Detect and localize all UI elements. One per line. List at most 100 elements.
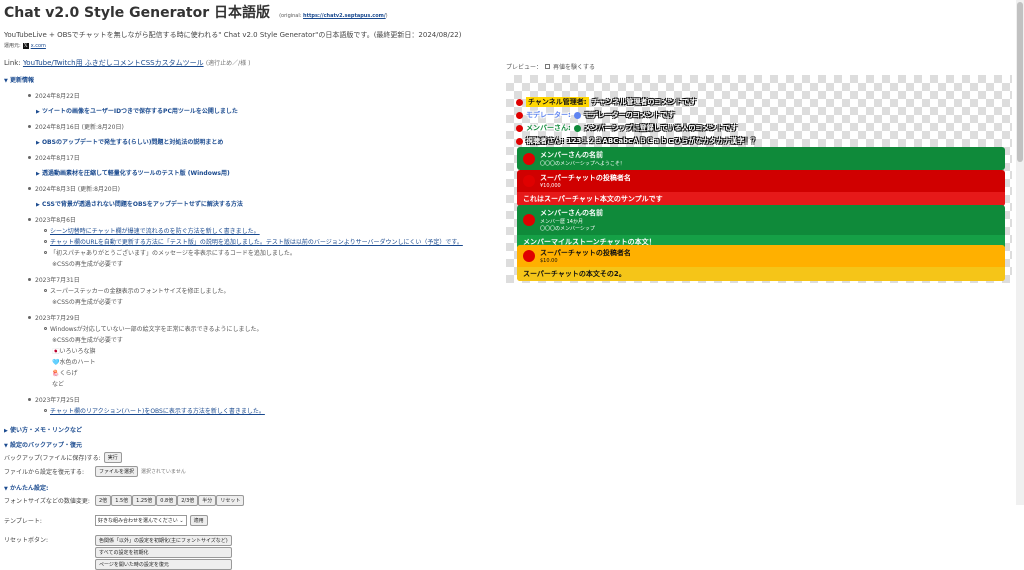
update-item-toggle[interactable]: ▶ 透過動画素材を圧縮して軽量化するツールのテスト版 (Windows用) — [36, 168, 504, 177]
template-select[interactable]: 好きな組み合わせを選んでください ⌄ — [95, 515, 187, 526]
superchat2-amount: $10.00 — [540, 258, 558, 264]
update-date: 2023年8月6日 — [28, 215, 504, 224]
member-card-sub: 〇〇〇のメンバーシップへようこそ！ — [540, 161, 625, 167]
owner-message: チャンネル管理者のコメントです — [591, 98, 697, 106]
list-item: チャット欄のURLを自動で更新する方法に「テスト版」の説明を追加しました。テスト… — [44, 237, 504, 246]
avatar-icon — [516, 137, 523, 145]
milestone-duration: メンバー歴 14か月 — [540, 219, 583, 225]
fontsize-2x-button[interactable]: 2倍 — [95, 495, 112, 506]
superchat2-name: スーパーチャットの投稿者名 — [540, 249, 631, 257]
left-column: Chat v2.0 Style Generator 日本語版 (original… — [4, 0, 504, 570]
fontsize-0-8x-button[interactable]: 0.8倍 — [156, 495, 178, 506]
backup-restore-row: ファイルから設定を復元する: ファイルを選択 選択されていません — [4, 466, 504, 477]
member-card: メンバーさんの名前〇〇〇のメンバーシップへようこそ！ — [517, 147, 1005, 170]
list-item: スーパーステッカーの金額表示のフォントサイズを修正しました。 — [44, 286, 504, 295]
avatar — [523, 214, 535, 226]
author-label: 運用元: — [4, 43, 21, 49]
backup-run-button[interactable]: 実行 — [103, 452, 122, 463]
fontsize-2-3x-button[interactable]: 2/3倍 — [177, 495, 199, 506]
triangle-right-icon: ▶ — [36, 140, 40, 146]
note: など — [52, 381, 65, 388]
note: 🇯🇵いろいろな旗 — [52, 348, 96, 355]
update-date: 2024年8月17日 — [28, 153, 504, 162]
reaction-link[interactable]: チャット欄のリアクション(ハート)をOBSに表示する方法を新しく書きました。 — [50, 406, 265, 415]
fontsize-1-5x-button[interactable]: 1.5倍 — [111, 495, 133, 506]
note: ※CSSの再生成が必要です — [52, 337, 123, 344]
update-item-toggle[interactable]: ▶ OBSのアップデートで発生する(らしい)問題と対処法の説明まとめ — [36, 137, 504, 146]
triangle-right-icon: ▶ — [36, 202, 40, 208]
milestone-name: メンバーさんの名前 — [540, 209, 603, 217]
updates-toggle[interactable]: ▼ 更新情報 — [4, 75, 504, 84]
file-select-button[interactable]: ファイルを選択 — [95, 466, 139, 477]
avatar — [523, 152, 535, 165]
superchat2-card-header: スーパーチャットの投稿者名 $10.00 — [517, 245, 1005, 267]
link-label: Link: — [4, 59, 21, 67]
update-date: 2023年7月29日 — [28, 313, 504, 322]
original-link[interactable]: https://chatv2.septapus.com/ — [303, 13, 386, 19]
list-item: シーン切替時にチャット欄が爆速で流れるのを防ぐ方法を新しく書きました。 — [44, 226, 504, 235]
superchat-card-red: スーパーチャットの投稿者名 ¥10,000 これはスーパーチャット本文のサンプルで… — [517, 170, 1005, 206]
member-card-name: メンバーさんの名前 — [540, 151, 603, 159]
circle-bullet-icon — [44, 289, 47, 292]
list-item: Windowsが対応していない一部の絵文字を正常に表示できるようにしました。 — [44, 324, 504, 333]
avatar-icon — [516, 98, 523, 106]
milestone-card-text: メンバーさんの名前 メンバー歴 14か月 〇〇〇のメンバーシップ — [540, 208, 603, 232]
scrollbar-thumb[interactable] — [1017, 2, 1023, 162]
reset-all-button[interactable]: すべての設定を初期化 — [95, 547, 232, 558]
triangle-right-icon: ▶ — [36, 171, 40, 177]
original-note: (original: https://chatv2.septapus.com/) — [279, 13, 388, 19]
easy-settings-toggle[interactable]: ▼ かんたん設定: — [4, 483, 504, 492]
triangle-right-icon: ▶ — [36, 109, 40, 115]
chat-line-member: メンバーさん: メンバーシップに登録している人のコメントです — [516, 123, 737, 133]
triangle-down-icon: ▼ — [4, 443, 8, 449]
scene-switch-link[interactable]: シーン切替時にチャット欄が爆速で流れるのを防ぐ方法を新しく書きました。 — [50, 226, 260, 235]
backup-toggle[interactable]: ▼ 設定のバックアップ・復元 — [4, 440, 504, 449]
moderator-badge-icon — [573, 111, 581, 119]
milestone-card: メンバーさんの名前 メンバー歴 14か月 〇〇〇のメンバーシップ メンバーマイルスト… — [517, 205, 1005, 249]
update-date: 2023年7月31日 — [28, 275, 504, 284]
author-link[interactable]: x.com — [31, 43, 46, 49]
bullet-icon — [28, 278, 31, 281]
superchat-card-text: スーパーチャットの投稿者名 ¥10,000 — [540, 173, 631, 189]
header-row: Chat v2.0 Style Generator 日本語版 (original… — [4, 2, 504, 22]
preview-panel: プレビュー： 再値を験くする チャンネル管理者: チャンネル管理者のコメントです… — [506, 62, 1012, 283]
update-item-toggle[interactable]: ▶ CSSで背景が透過されない問題をOBSをアップデートせずに解決する方法 — [36, 199, 504, 208]
moderator-name: モデレーター: — [526, 111, 571, 119]
page-scrollbar[interactable] — [1016, 0, 1024, 505]
restore-initial-button[interactable]: ページを開いた時の設定を復元 — [95, 559, 232, 570]
chat-line-viewer: 視聴者さん: 123１２３ABCabcＡＢＣａｂｃひらがなカタカナ漢字！？ — [516, 136, 758, 146]
reset-non-color-button[interactable]: 色関係「以外」の設定を初期化(主にフォントサイズなど) — [95, 535, 232, 546]
avatar-icon — [516, 111, 523, 119]
milestone-card-header: メンバーさんの名前 メンバー歴 14か月 〇〇〇のメンバーシップ — [517, 205, 1005, 235]
fontsize-1-25x-button[interactable]: 1.25倍 — [132, 495, 157, 506]
update-item-toggle[interactable]: ▶ ツイートの画像をユーザーIDつきで保存するPC用ツールを公開しました — [36, 106, 504, 115]
superchat-body: これはスーパーチャット本文のサンプルです — [517, 192, 1005, 206]
member-name: メンバーさん: — [526, 124, 571, 132]
superchat-card-orange: スーパーチャットの投稿者名 $10.00 スーパーチャットの本文その2。 — [517, 245, 1005, 281]
howto-toggle[interactable]: ▶ 使い方・メモ・リンクなど — [4, 425, 504, 434]
chat-line-moderator: モデレーター: モデレーターのコメントです — [516, 110, 675, 120]
note: 🪼くらげ — [52, 370, 78, 377]
page-title: Chat v2.0 Style Generator 日本語版 — [4, 5, 271, 21]
member-card-header: メンバーさんの名前〇〇〇のメンバーシップへようこそ！ — [517, 147, 1005, 170]
bullet-icon — [28, 398, 31, 401]
triangle-down-icon: ▼ — [4, 78, 8, 84]
bullet-icon — [28, 218, 31, 221]
chat-url-link[interactable]: チャット欄のURLを自動で更新する方法に「テスト版」の説明を追加しました。テスト… — [50, 237, 463, 246]
background-checkbox[interactable] — [545, 64, 551, 69]
fontsize-reset-button[interactable]: リセット — [216, 495, 245, 506]
template-apply-button[interactable]: 適用 — [189, 515, 208, 526]
list-item: チャット欄のリアクション(ハート)をOBSに表示する方法を新しく書きました。 — [44, 406, 504, 415]
note: 🩵水色のハート — [52, 359, 96, 366]
circle-bullet-icon — [44, 229, 47, 232]
avatar — [523, 175, 535, 187]
viewer-name: 視聴者さん: — [526, 137, 564, 145]
superchat2-body: スーパーチャットの本文その2。 — [517, 267, 1005, 281]
member-message: メンバーシップに登録している人のコメントです — [583, 124, 738, 132]
css-tool-link[interactable]: YouTube/Twitch用 ふきだしコメントCSSカスタムツール — [23, 59, 204, 67]
author-row: 運用元: 𝕏 x.com — [4, 42, 504, 49]
fontsize-half-button[interactable]: 半分 — [198, 495, 217, 506]
link-row: Link: YouTube/Twitch用 ふきだしコメントCSSカスタムツール… — [4, 58, 504, 68]
update-date: 2024年8月22日 — [28, 91, 504, 100]
page-description: YouTubeLive + OBSでチャットを無しながら配信する時に使われる" … — [4, 31, 462, 39]
